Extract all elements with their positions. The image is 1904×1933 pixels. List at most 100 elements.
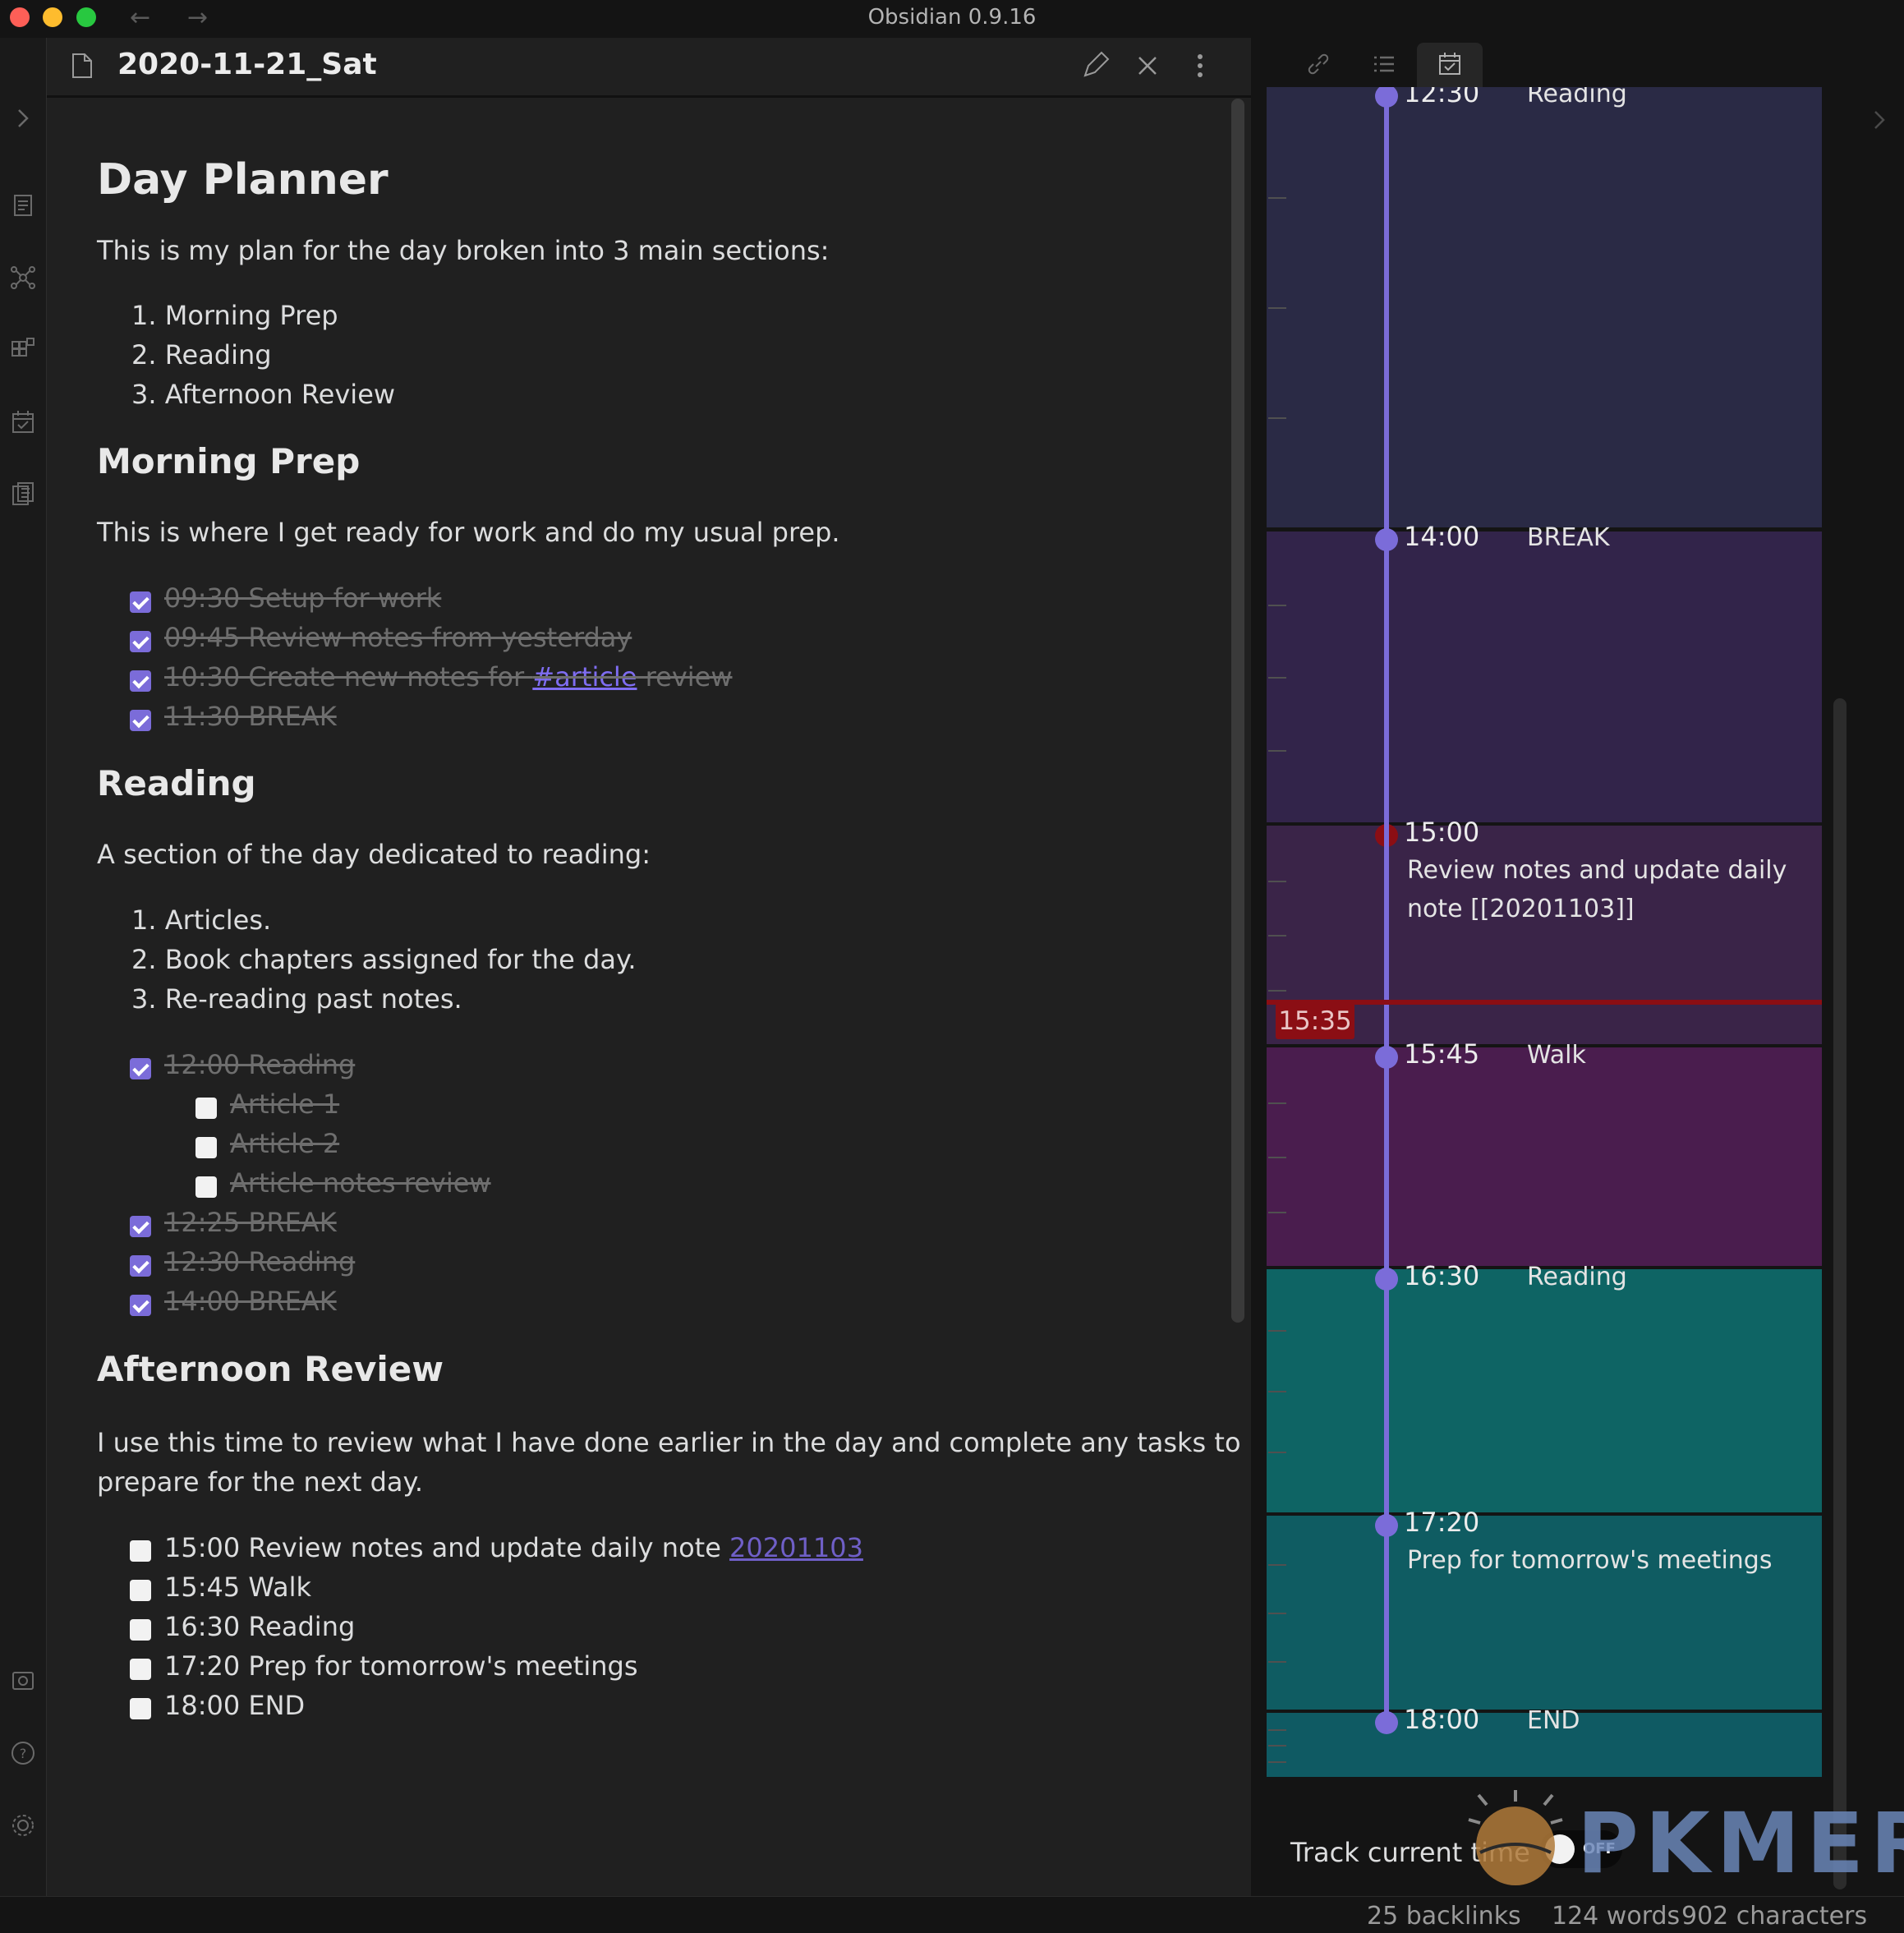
task-text: 12:30 Reading — [164, 1246, 356, 1277]
task-checkbox[interactable] — [130, 1619, 151, 1641]
window-title: Obsidian 0.9.16 — [867, 5, 1037, 30]
task-text: 12:00 Reading — [164, 1049, 356, 1080]
task-text: 14:00 BREAK — [164, 1286, 337, 1317]
task-checkbox[interactable] — [130, 591, 151, 613]
outline-list-icon[interactable] — [1368, 48, 1400, 81]
timeline-tick — [1268, 197, 1286, 199]
task-checkbox[interactable] — [130, 1698, 151, 1719]
collapse-chevron-icon[interactable] — [1863, 104, 1896, 136]
timeline-tick — [1268, 677, 1286, 679]
timeline-block[interactable] — [1267, 1047, 1822, 1266]
task-checkbox[interactable] — [130, 670, 151, 692]
timeline-tick — [1268, 1745, 1286, 1747]
timeline-block-time: 15:45 — [1404, 1038, 1480, 1070]
afternoon-paragraph-line1: I use this time to review what I have do… — [97, 1427, 1241, 1458]
subtask-checkbox[interactable] — [195, 1176, 217, 1198]
editor-pane[interactable]: Day Planner This is my plan for the day … — [47, 98, 1251, 1896]
pkmer-text: PKMER — [1577, 1795, 1904, 1893]
subtask-checkbox[interactable] — [195, 1137, 217, 1158]
backlinks-link-icon[interactable] — [1302, 48, 1335, 81]
word-count: 124 words — [1552, 1902, 1681, 1931]
timeline-tick — [1268, 1761, 1286, 1763]
timeline-block-label: END — [1527, 1706, 1580, 1735]
timeline-tick — [1268, 1157, 1286, 1158]
day-planner-icon[interactable] — [7, 406, 39, 439]
task-checkbox[interactable] — [130, 1580, 151, 1601]
list-item: 3. Re-reading past notes. — [131, 983, 462, 1015]
article-tag-link[interactable]: #article — [532, 661, 637, 693]
task-checkbox[interactable] — [130, 1216, 151, 1237]
document-title[interactable]: 2020-11-21_Sat — [117, 48, 377, 81]
graph-view-icon[interactable] — [7, 261, 39, 294]
timeline-tick — [1268, 935, 1286, 937]
timeline-tick — [1268, 1330, 1286, 1332]
task-text: 10:30 Create new notes for #article revi… — [164, 661, 733, 693]
help-icon[interactable]: ? — [7, 1737, 39, 1770]
task-text: 09:30 Setup for work — [164, 582, 442, 614]
templates-icon[interactable] — [7, 478, 39, 511]
task-checkbox[interactable] — [130, 710, 151, 731]
title-bar: ← → Obsidian 0.9.16 — [0, 0, 1904, 38]
timeline-tick — [1268, 750, 1286, 752]
status-bar: 25 backlinks 124 words 902 characters — [0, 1896, 1904, 1933]
task-text: 12:25 BREAK — [164, 1207, 337, 1238]
close-icon[interactable] — [1131, 49, 1164, 82]
timeline-block-label: BREAK — [1527, 523, 1610, 552]
pkmer-logo-icon — [1468, 1790, 1563, 1885]
backlinks-count[interactable]: 25 backlinks — [1367, 1902, 1521, 1931]
reading-paragraph: A section of the day dedicated to readin… — [97, 839, 651, 870]
timeline-tick — [1268, 1613, 1286, 1614]
timeline-tick — [1268, 417, 1286, 419]
calendar-check-icon — [1439, 53, 1460, 75]
task-text: 15:00 Review notes and update daily note… — [164, 1532, 863, 1563]
heading-morning-prep: Morning Prep — [97, 441, 361, 481]
timeline-tick — [1268, 1564, 1286, 1566]
settings-gear-icon[interactable] — [7, 1809, 39, 1842]
timeline-tick — [1268, 990, 1286, 992]
file-explorer-icon[interactable] — [7, 189, 39, 222]
timeline-block[interactable] — [1267, 532, 1822, 822]
edit-pencil-icon[interactable] — [1078, 49, 1111, 82]
task-text: 11:30 BREAK — [164, 701, 337, 732]
expand-chevron-icon[interactable] — [7, 102, 39, 135]
day-planner-tab[interactable] — [1417, 43, 1483, 87]
subtask-text: Article notes review — [230, 1167, 491, 1199]
left-ribbon: ? — [0, 38, 47, 1896]
task-checkbox[interactable] — [130, 1058, 151, 1079]
timeline-block-label: Prep for tomorrow's meetings — [1407, 1546, 1773, 1575]
timeline-block[interactable] — [1267, 1269, 1822, 1512]
timeline-block-time: 16:30 — [1404, 1260, 1480, 1291]
timeline-block-label: Walk — [1527, 1041, 1586, 1070]
timeline-block-time: 14:00 — [1404, 521, 1480, 552]
vault-icon[interactable] — [7, 1664, 39, 1697]
timeline-tick — [1268, 1452, 1286, 1453]
timeline-tick — [1268, 1391, 1286, 1392]
timeline-block-label-line2: note [[20201103]] — [1407, 895, 1635, 923]
list-item: 3. Afternoon Review — [131, 379, 396, 410]
timeline-block-label: Reading — [1527, 1263, 1627, 1291]
editor-scrollbar[interactable] — [1231, 99, 1244, 1323]
more-options-icon[interactable] — [1184, 49, 1216, 82]
timeline-block[interactable] — [1267, 87, 1822, 527]
task-checkbox[interactable] — [130, 1659, 151, 1680]
kanban-icon[interactable] — [7, 334, 39, 366]
sidebar-scrollbar[interactable] — [1833, 698, 1847, 1889]
timeline-line — [1384, 87, 1389, 1713]
task-text-prefix: 15:00 Review notes and update daily note — [164, 1532, 730, 1563]
character-count: 902 characters — [1681, 1902, 1868, 1931]
timeline-block-time: 15:00 — [1404, 817, 1480, 848]
timeline-tick — [1268, 881, 1286, 882]
task-checkbox[interactable] — [130, 1295, 151, 1316]
daily-note-link[interactable]: 20201103 — [729, 1532, 863, 1563]
heading-day-planner: Day Planner — [97, 155, 389, 205]
task-checkbox[interactable] — [130, 631, 151, 652]
task-checkbox[interactable] — [130, 1255, 151, 1277]
timeline-tick — [1268, 1212, 1286, 1213]
task-text: 17:20 Prep for tomorrow's meetings — [164, 1650, 638, 1682]
timeline-block[interactable] — [1267, 1516, 1822, 1710]
list-item: 2. Book chapters assigned for the day. — [131, 944, 637, 975]
pane-header: 2020-11-21_Sat — [47, 38, 1251, 98]
subtask-checkbox[interactable] — [195, 1098, 217, 1119]
list-item: 1. Articles. — [131, 904, 272, 936]
task-checkbox[interactable] — [130, 1540, 151, 1562]
